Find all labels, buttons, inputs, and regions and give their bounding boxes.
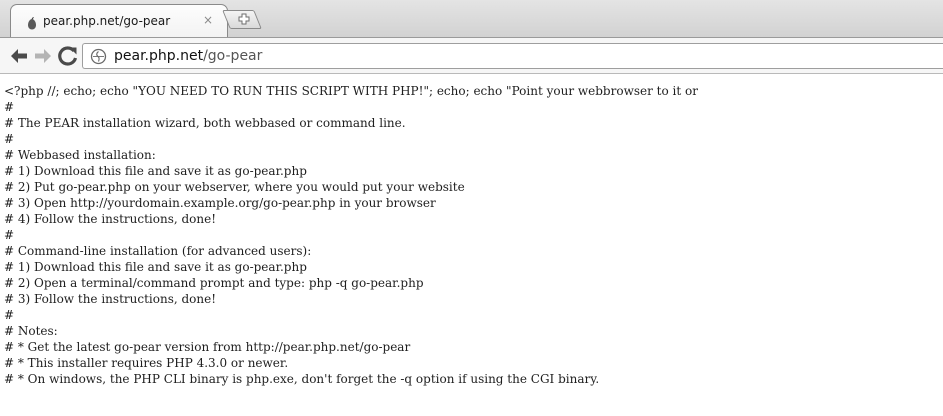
back-arrow-icon[interactable]: [7, 44, 31, 68]
source-line: # 4) Follow the instructions, done!: [4, 212, 217, 226]
source-line: # * This installer requires PHP 4.3.0 or…: [4, 356, 289, 370]
source-line: # 1) Download this file and save it as g…: [4, 260, 307, 274]
source-line: # 3) Open http://yourdomain.example.org/…: [4, 196, 436, 210]
page-content: <?php //; echo; echo "YOU NEED TO RUN TH…: [0, 74, 943, 416]
source-line: # 2) Open a terminal/command prompt and …: [4, 276, 424, 290]
source-line: #: [4, 132, 15, 146]
plus-icon: [238, 13, 250, 25]
source-line: # * Get the latest go-pear version from …: [4, 340, 411, 354]
pear-icon: [28, 17, 36, 30]
forward-arrow-icon[interactable]: [31, 44, 55, 68]
url-text: pear.php.net/go-pear: [114, 48, 262, 65]
reload-icon[interactable]: [56, 44, 80, 68]
source-line: #: [4, 100, 15, 114]
globe-icon: [90, 48, 107, 65]
source-line: # * On windows, the PHP CLI binary is ph…: [4, 372, 600, 386]
source-line: #: [4, 308, 15, 322]
source-line: # Webbased installation:: [4, 148, 156, 162]
source-line: # The PEAR installation wizard, both web…: [4, 116, 406, 130]
source-line: # 2) Put go-pear.php on your webserver, …: [4, 180, 465, 194]
browser-window: pear.php.net/go-pear × pear.php.net/go-p…: [0, 0, 943, 416]
source-line: # 1) Download this file and save it as g…: [4, 164, 307, 178]
url-path: /go-pear: [203, 48, 263, 64]
source-line: <?php //; echo; echo "YOU NEED TO RUN TH…: [4, 84, 698, 98]
tab-strip: pear.php.net/go-pear ×: [0, 0, 943, 37]
source-line: # 3) Follow the instructions, done!: [4, 292, 217, 306]
source-line: # Notes:: [4, 324, 58, 338]
source-line: #: [4, 228, 15, 242]
tab-title: pear.php.net/go-pear: [43, 14, 171, 28]
navigation-toolbar: pear.php.net/go-pear: [0, 37, 943, 74]
close-tab-icon[interactable]: ×: [203, 12, 213, 28]
address-bar[interactable]: pear.php.net/go-pear: [82, 43, 943, 69]
browser-tab[interactable]: pear.php.net/go-pear ×: [10, 4, 228, 37]
url-host: pear.php.net: [114, 48, 204, 64]
source-listing: <?php //; echo; echo "YOU NEED TO RUN TH…: [0, 74, 943, 387]
source-line: # Command-line installation (for advance…: [4, 244, 312, 258]
